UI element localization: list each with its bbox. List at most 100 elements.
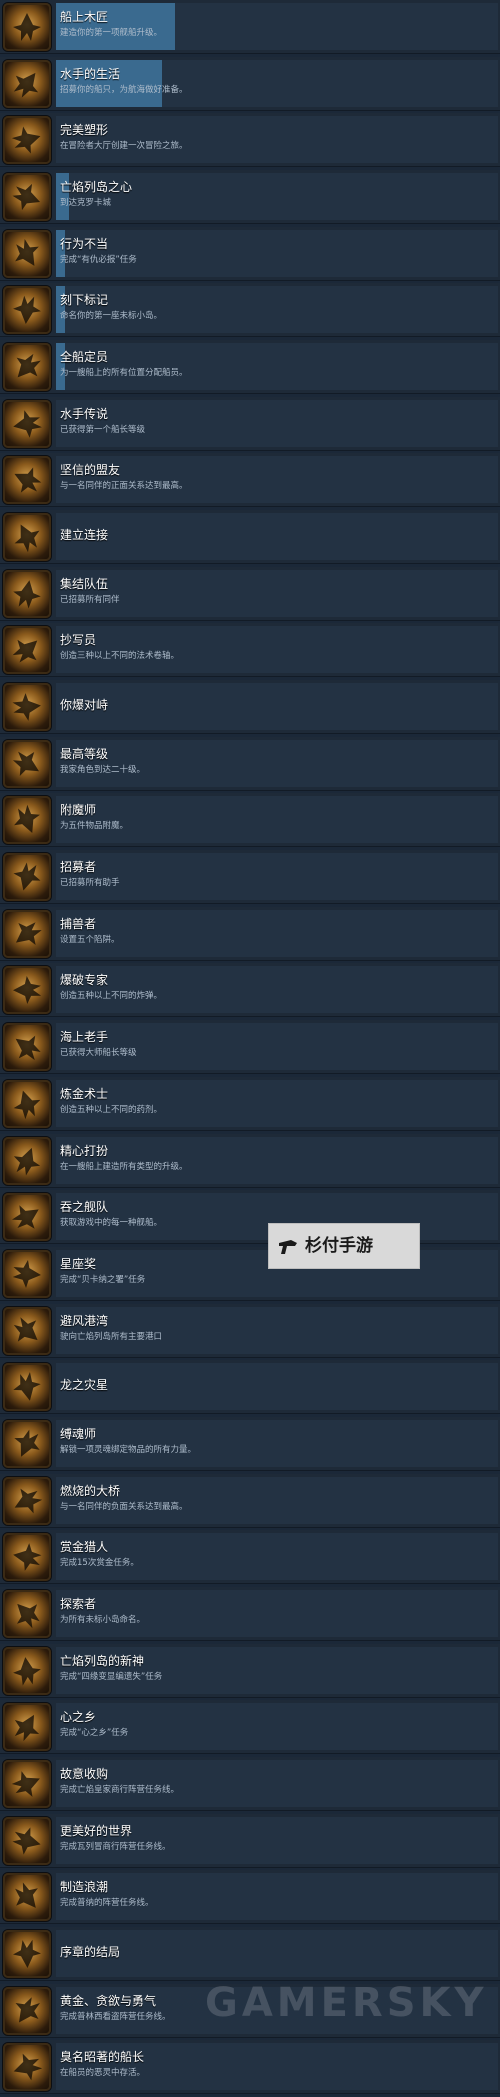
achievement-title: 建立连接 (60, 528, 109, 543)
achievement-row[interactable]: 吞之舰队获取游戏中的每一种舰船。 (0, 1190, 500, 1245)
achievement-row[interactable]: 赏金猎人 完成15次赏金任务。 (0, 1530, 500, 1585)
achievement-row[interactable]: 制造浪潮 完成普纳的阵营任务线。 (0, 1870, 500, 1925)
achievement-panel: 爆破专家 创造五种以上不同的炸弹。 (56, 966, 498, 1014)
achievement-title: 行为不当 (60, 236, 109, 251)
achievement-panel: 你爆对峙 (56, 683, 498, 731)
achievement-row[interactable]: 序章的结局 (0, 1926, 500, 1981)
achievement-description: 在船员的恶灵中存活。 (60, 2068, 146, 2079)
achievement-title: 刻下标记 (60, 293, 109, 308)
achievement-row[interactable]: 建立连接 (0, 510, 500, 565)
achievement-panel: 水手传说 已获得第一个船长等级 (56, 399, 498, 447)
achievement-row[interactable]: 全船定员 为一艘船上的所有位置分配船员。 (0, 340, 500, 395)
achievement-panel: 亡焰列岛之心到达克罗卡城 (56, 173, 498, 221)
achievement-panel: 缚魂师 解锁一项灵魂绑定物品的所有力量。 (56, 1419, 498, 1467)
scales-icon (3, 1816, 51, 1865)
achievement-description: 完成普纳的阵营任务线。 (60, 1898, 154, 1909)
achievement-panel: 避风港湾驶向亡焰列岛所有主要港口 (56, 1306, 498, 1354)
achievement-title: 海上老手 (60, 1030, 109, 1045)
achievement-row[interactable]: 燃烧的大桥 与一名同伴的负面关系达到最高。 (0, 1473, 500, 1528)
achievement-panel: 船上木匠 建造你的第一项舰船升级。 (56, 3, 498, 50)
bridge-icon (3, 1476, 51, 1525)
achievement-row[interactable]: 水手的生活 招募你的船只，为航海做好准备。 (0, 56, 500, 111)
achievement-panel: 亡焰列岛的新神 完成“四缘变显编遗失”任务 (56, 1646, 498, 1694)
wave-icon (3, 1873, 51, 1922)
achievement-title: 附魔师 (60, 803, 97, 818)
achievement-title: 避风港湾 (60, 1313, 109, 1328)
achievement-panel: 捕兽者 设置五个陷阱。 (56, 909, 498, 957)
achievement-panel: 行为不当 完成“有仇必报”任务 (56, 229, 498, 277)
achievement-row[interactable]: 船上木匠 建造你的第一项舰船升级。 (0, 0, 500, 54)
enchant-icon (3, 796, 51, 845)
achievement-row[interactable]: 招募者已招募所有助手 (0, 850, 500, 905)
achievement-row[interactable]: 捕兽者 设置五个陷阱。 (0, 906, 500, 961)
achievement-row[interactable]: 完美塑形 在冒险者大厅创建一次冒险之旅。 (0, 113, 500, 168)
achievement-row[interactable]: 坚信的盟友与一名同伴的正面关系达到最高。 (0, 453, 500, 508)
achievement-row[interactable]: 故意收购 完成亡焰皇家商行阵营任务线。 (0, 1756, 500, 1811)
achievement-description: 已招募所有助手 (60, 878, 120, 889)
achievement-row[interactable]: 心之乡 完成“心之乡”任务 (0, 1700, 500, 1755)
achievement-row[interactable]: 星座奖 完成“贝卡纳之署”任务 (0, 1246, 500, 1301)
achievement-panel: 最高等级 我家角色到达二十级。 (56, 739, 498, 787)
level-icon (3, 739, 51, 788)
achievement-description: 完成“心之乡”任务 (60, 1728, 129, 1739)
scroll-icon (3, 626, 51, 675)
achievement-row[interactable]: 炼金术士 创造五种以上不同的药剂。 (0, 1076, 500, 1131)
achievement-row[interactable]: 刻下标记命名你的第一座未标小岛。 (0, 283, 500, 338)
achievement-description: 获取游戏中的每一种舰船。 (60, 1218, 163, 1229)
god-icon (3, 1646, 51, 1695)
achievement-row[interactable]: 臭名昭著的船长 在船员的恶灵中存活。 (0, 2040, 500, 2095)
achievement-row[interactable]: 亡焰列岛的新神 完成“四缘变显编遗失”任务 (0, 1643, 500, 1698)
heart-icon (3, 1703, 51, 1752)
achievement-title: 招募者 (60, 860, 97, 875)
achievement-description: 命名你的第一座未标小岛。 (60, 311, 163, 322)
achievement-title: 抄写员 (60, 633, 97, 648)
achievement-row[interactable]: 精心打扮 在一艘船上建造所有类型的升级。 (0, 1133, 500, 1188)
achievement-title: 船上木匠 (60, 10, 109, 24)
achievement-panel: 赏金猎人 完成15次赏金任务。 (56, 1533, 498, 1581)
achievement-description: 为所有未标小岛命名。 (60, 1614, 146, 1625)
achievement-row[interactable]: 龙之灾星 (0, 1360, 500, 1415)
prologue-icon (3, 1929, 51, 1978)
achievement-title: 亡焰列岛的新神 (60, 1653, 145, 1668)
achievement-title: 序章的结局 (60, 1944, 121, 1959)
achievement-description: 驶向亡焰列岛所有主要港口 (60, 1331, 163, 1342)
achievement-row[interactable]: 水手传说 已获得第一个船长等级 (0, 396, 500, 451)
gold-icon (3, 1986, 51, 2035)
achievement-title: 坚信的盟友 (60, 463, 121, 478)
achievement-description: 到达克罗卡城 (60, 198, 112, 209)
achievement-title: 吞之舰队 (60, 1200, 109, 1215)
achievement-description: 解锁一项灵魂绑定物品的所有力量。 (60, 1444, 197, 1455)
quill-icon (3, 286, 51, 335)
achievement-row[interactable]: 避风港湾驶向亡焰列岛所有主要港口 (0, 1303, 500, 1358)
achievement-row[interactable]: 最高等级 我家角色到达二十级。 (0, 736, 500, 791)
explorer-icon (3, 1589, 51, 1638)
achievement-row[interactable]: 集结队伍 已招募所有同伴 (0, 566, 500, 621)
achievement-row[interactable]: 你爆对峙 (0, 680, 500, 735)
achievement-row[interactable]: 行为不当 完成“有仇必报”任务 (0, 226, 500, 281)
achievement-panel: 集结队伍 已招募所有同伴 (56, 569, 498, 617)
bounty-icon (3, 1533, 51, 1582)
achievement-panel: 建立连接 (56, 513, 498, 561)
achievement-row[interactable]: 缚魂师 解锁一项灵魂绑定物品的所有力量。 (0, 1416, 500, 1471)
achievement-row[interactable]: 海上老手 已获得大师船长等级 (0, 1020, 500, 1075)
achievement-row[interactable]: 探索者 为所有未标小岛命名。 (0, 1586, 500, 1641)
achievement-description: 设置五个陷阱。 (60, 934, 120, 945)
achievement-row[interactable]: 更美好的世界 完成瓦列冒商行阵营任务线。 (0, 1813, 500, 1868)
achievement-description: 已招募所有同伴 (60, 594, 120, 605)
hammer-icon (3, 3, 51, 51)
achievement-title: 亡焰列岛之心 (60, 180, 133, 195)
achievement-description: 招募你的船只，为航海做好准备。 (60, 84, 188, 95)
dragon-icon (3, 1363, 51, 1412)
achievement-panel: 海上老手 已获得大师船长等级 (56, 1023, 498, 1071)
achievement-description: 完成“贝卡纳之署”任务 (60, 1274, 146, 1285)
achievement-row[interactable]: 抄写员 创造三种以上不同的法术卷轴。 (0, 623, 500, 678)
achievement-row[interactable]: 附魔师 为五件物品附魔。 (0, 793, 500, 848)
achievement-row[interactable]: 爆破专家 创造五种以上不同的炸弹。 (0, 963, 500, 1018)
acquire-icon (3, 1759, 51, 1808)
achievement-title: 燃烧的大桥 (60, 1483, 121, 1498)
achievement-title: 你爆对峙 (60, 698, 109, 713)
achievement-description: 与一名同伴的正面关系达到最高。 (60, 481, 188, 492)
achievement-row[interactable]: 亡焰列岛之心到达克罗卡城 (0, 170, 500, 225)
achievement-panel: 刻下标记命名你的第一座未标小岛。 (56, 286, 498, 334)
achievement-title: 全船定员 (60, 350, 109, 365)
